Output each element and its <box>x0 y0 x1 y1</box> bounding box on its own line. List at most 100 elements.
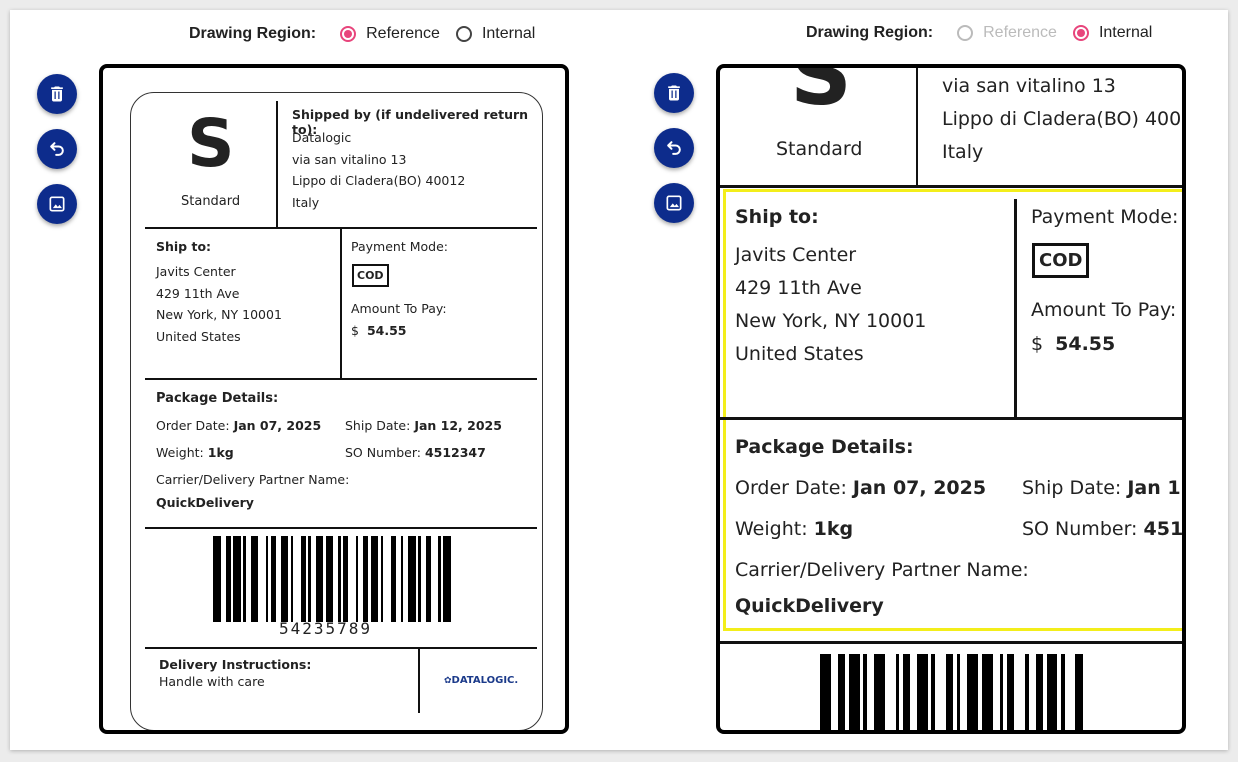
shipper-line: via san vitalino 13 <box>292 151 407 167</box>
ship-to-line: Javits Center <box>735 244 857 266</box>
service-name: Standard <box>181 194 241 209</box>
barcode-bar <box>1046 654 1058 730</box>
barcode-bar <box>902 654 910 730</box>
ship-date-label: Ship Date: <box>345 418 411 433</box>
barcode-bar <box>233 536 241 622</box>
barcode-bar <box>280 536 288 622</box>
so-number-label: SO Number: <box>345 445 421 460</box>
divider <box>145 647 537 649</box>
amount-value: $ 54.55 <box>1031 333 1115 355</box>
so-number: SO Number: 4512 <box>1022 518 1182 540</box>
zoomed-label: S Standard via san vitalino 13 Lippo di … <box>720 68 1186 730</box>
barcode-bar <box>383 536 391 622</box>
service-name: Standard <box>776 138 863 160</box>
barcode-bar <box>848 654 860 730</box>
cod-badge: COD <box>352 264 389 287</box>
barcode-bar <box>917 654 928 730</box>
order-date: Order Date: Jan 07, 2025 <box>156 418 321 433</box>
option-internal-right[interactable]: Internal <box>1099 24 1152 42</box>
barcode-bar <box>1075 654 1083 730</box>
left-region-selector: Drawing Region: Reference Internal <box>189 22 551 46</box>
amount-label: Amount To Pay: <box>351 301 447 316</box>
amount: 54.55 <box>366 323 407 338</box>
so-number-value: 4512347 <box>424 445 486 460</box>
divider <box>916 68 918 185</box>
carrier-name: QuickDelivery <box>735 595 884 617</box>
barcode-number: 54235789 <box>279 619 373 638</box>
divider <box>145 527 537 529</box>
divider <box>276 101 278 227</box>
delete-button-right[interactable] <box>654 73 694 113</box>
weight-label: Weight: <box>156 445 204 460</box>
barcode-bar <box>1014 654 1025 730</box>
option-internal-left[interactable]: Internal <box>482 25 535 43</box>
ship-to-address: Javits Center 429 11th Ave New York, NY … <box>735 239 926 371</box>
undo-icon <box>667 141 681 155</box>
radio-reference-left[interactable] <box>340 26 357 42</box>
barcode-bar <box>867 654 874 730</box>
currency: $ <box>351 323 359 338</box>
undo-button-right[interactable] <box>654 128 694 168</box>
ship-date-value: Jan 12 <box>1127 477 1182 499</box>
undo-icon <box>50 142 64 156</box>
barcode-bar <box>960 654 967 730</box>
package-title: Package Details: <box>735 436 914 458</box>
weight-value: 1kg <box>813 518 854 540</box>
amount: 54.55 <box>1055 333 1116 355</box>
undo-button-left[interactable] <box>37 129 77 169</box>
image-button-right[interactable] <box>654 183 694 223</box>
ship-to-line: 429 11th Ave <box>735 277 862 299</box>
barcode-bar <box>408 536 416 622</box>
service-letter: S <box>187 105 235 182</box>
barcode-bar <box>370 536 378 622</box>
shipper-line: Italy <box>292 194 320 210</box>
ship-date-value: Jan 12, 2025 <box>414 418 502 433</box>
divider <box>720 641 1182 644</box>
carrier-label: Carrier/Delivery Partner Name: <box>156 472 350 487</box>
package-title: Package Details: <box>156 391 279 406</box>
weight-value: 1kg <box>207 445 234 460</box>
weight-label: Weight: <box>735 518 808 540</box>
option-reference-right[interactable]: Reference <box>983 24 1057 42</box>
radio-reference-right[interactable] <box>957 25 974 41</box>
shipper-line: via san vitalino 13 <box>942 75 1116 97</box>
barcode-bar <box>258 536 266 622</box>
divider <box>340 229 342 379</box>
shipper-line: Lippo di Cladera(BO) 40012 <box>942 108 1186 130</box>
so-number: SO Number: 4512347 <box>345 445 486 460</box>
shipper-line: Datalogic <box>292 130 352 145</box>
barcode-bar <box>993 654 1000 730</box>
barcode-bar <box>213 536 221 622</box>
radio-internal-left[interactable] <box>455 26 472 42</box>
delete-button-left[interactable] <box>37 74 77 114</box>
service-letter: S <box>790 64 852 125</box>
barcode-bar <box>451 536 456 622</box>
weight: Weight: 1kg <box>156 445 234 460</box>
amount-value: $ 54.55 <box>351 323 406 338</box>
barcode-bar <box>910 654 917 730</box>
barcode-bar <box>935 654 946 730</box>
image-icon <box>666 195 682 211</box>
so-number-label: SO Number: <box>1022 518 1138 540</box>
ship-date-label: Ship Date: <box>1022 477 1122 499</box>
barcode-bar <box>315 536 323 622</box>
shipper-line: Lippo di Cladera(BO) 40012 <box>292 173 466 188</box>
barcode <box>820 654 1090 730</box>
ship-to-line: 429 11th Ave <box>156 285 240 301</box>
barcode-bar <box>885 654 896 730</box>
barcode-bar <box>1035 654 1043 730</box>
radio-internal-right[interactable] <box>1072 25 1089 41</box>
barcode-bar <box>873 654 885 730</box>
payment-mode-label: Payment Mode: <box>351 239 448 254</box>
image-button-left[interactable] <box>37 184 77 224</box>
image-icon <box>49 196 65 212</box>
barcode-bar <box>1083 654 1090 730</box>
internal-canvas[interactable]: S Standard via san vitalino 13 Lippo di … <box>716 64 1186 734</box>
option-reference-left[interactable]: Reference <box>366 25 440 43</box>
cod-badge: COD <box>1032 243 1090 278</box>
instructions-title: Delivery Instructions: <box>159 657 312 672</box>
right-region-selector: Drawing Region: Reference Internal <box>806 21 1168 45</box>
barcode-bar <box>293 536 301 622</box>
reference-canvas[interactable]: S Standard Shipped by (if undelivered re… <box>99 64 569 734</box>
ship-to-line: United States <box>735 343 864 365</box>
